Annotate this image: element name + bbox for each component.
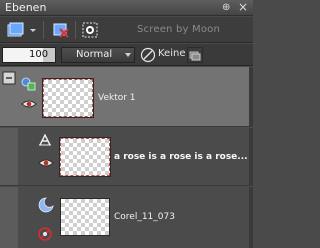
pin-icon[interactable]: ⊕ [222,1,230,14]
layers-toolbar: Screen by Moon [0,17,253,43]
visibility-eye-icon[interactable] [38,158,54,168]
delete-layer-icon[interactable] [51,20,71,40]
vector-layer-icon [21,77,36,91]
blend-mode-value: Normal [76,49,113,60]
layer-name[interactable]: a rose is a rose is a rose... [114,152,248,162]
expand-group-icon[interactable] [2,71,16,85]
layer-name[interactable]: Vektor 1 [98,93,136,103]
new-layer-icon[interactable] [6,20,26,40]
row-edge [249,128,253,185]
layer-row[interactable]: a rose is a rose is a rose... [0,128,253,186]
group-indent [0,187,18,248]
mask-icon[interactable] [80,20,100,40]
hidden-visibility-icon[interactable] [37,226,53,242]
close-icon[interactable]: × [238,1,248,14]
screen-watermark: Screen by Moon [137,24,221,35]
toolbar-divider [75,21,76,39]
lock-options-button[interactable] [187,47,203,63]
text-layer-icon [39,134,51,146]
chevron-down-icon[interactable] [28,20,38,40]
palette-title: Ebenen [5,1,47,14]
layers-list: Vektor 1 a rose is a rose is a rose... C… [0,67,253,248]
chevron-down-icon [125,53,131,57]
palette-titlebar[interactable]: Ebenen ⊕ × [0,0,253,16]
layers-stack-icon [189,51,201,61]
layer-row[interactable]: Corel_11_073 [0,187,253,248]
layer-thumbnail [60,198,110,236]
layer-thumbnail [42,78,94,118]
layer-row[interactable]: Vektor 1 [0,67,253,127]
row-edge [249,67,253,126]
blend-mode-select[interactable]: Normal [61,47,135,63]
toolbar-divider [43,21,44,39]
lock-transparency-icon[interactable] [140,47,156,63]
layer-name[interactable]: Corel_11_073 [114,212,175,222]
lock-label: Keine [158,48,186,59]
opacity-value: 100 [29,49,49,60]
group-indent [0,128,18,185]
visibility-eye-icon[interactable] [21,99,37,109]
layer-options-bar: 100 Normal Keine [0,44,253,66]
layer-thumbnail [59,137,111,177]
raster-layer-icon [38,197,54,213]
row-edge [249,187,253,248]
opacity-field[interactable]: 100 [2,47,56,63]
